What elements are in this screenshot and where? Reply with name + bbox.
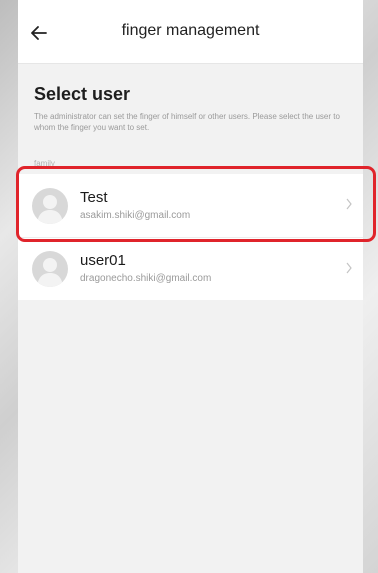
group-label: family [34,159,55,168]
header-bar: finger management [18,0,363,64]
user-row-user01[interactable]: user01 dragonecho.shiki@gmail.com [18,237,363,300]
chevron-right-icon [346,262,352,274]
page-title: finger management [121,22,260,39]
select-user-section: Select user The administrator can set th… [18,64,363,133]
chevron-right-icon [346,198,352,210]
user-email: asakim.shiki@gmail.com [80,209,191,221]
user-email: dragonecho.shiki@gmail.com [80,273,212,284]
user-row-test[interactable]: Test asakim.shiki@gmail.com [18,174,363,237]
section-title: Select user [34,84,131,104]
phone-screen: finger management Select user The admini… [18,0,363,573]
user-name: Test [80,188,108,206]
user-avatar-icon [32,187,68,224]
user-info: user01 dragonecho.shiki@gmail.com [80,252,211,286]
section-description: The administrator can set the finger of … [34,112,340,132]
user-list: Test asakim.shiki@gmail.com user01 drago… [18,174,363,300]
user-avatar-icon [32,251,68,287]
user-name: user01 [80,252,126,269]
user-info: Test asakim.shiki@gmail.com [80,189,190,223]
